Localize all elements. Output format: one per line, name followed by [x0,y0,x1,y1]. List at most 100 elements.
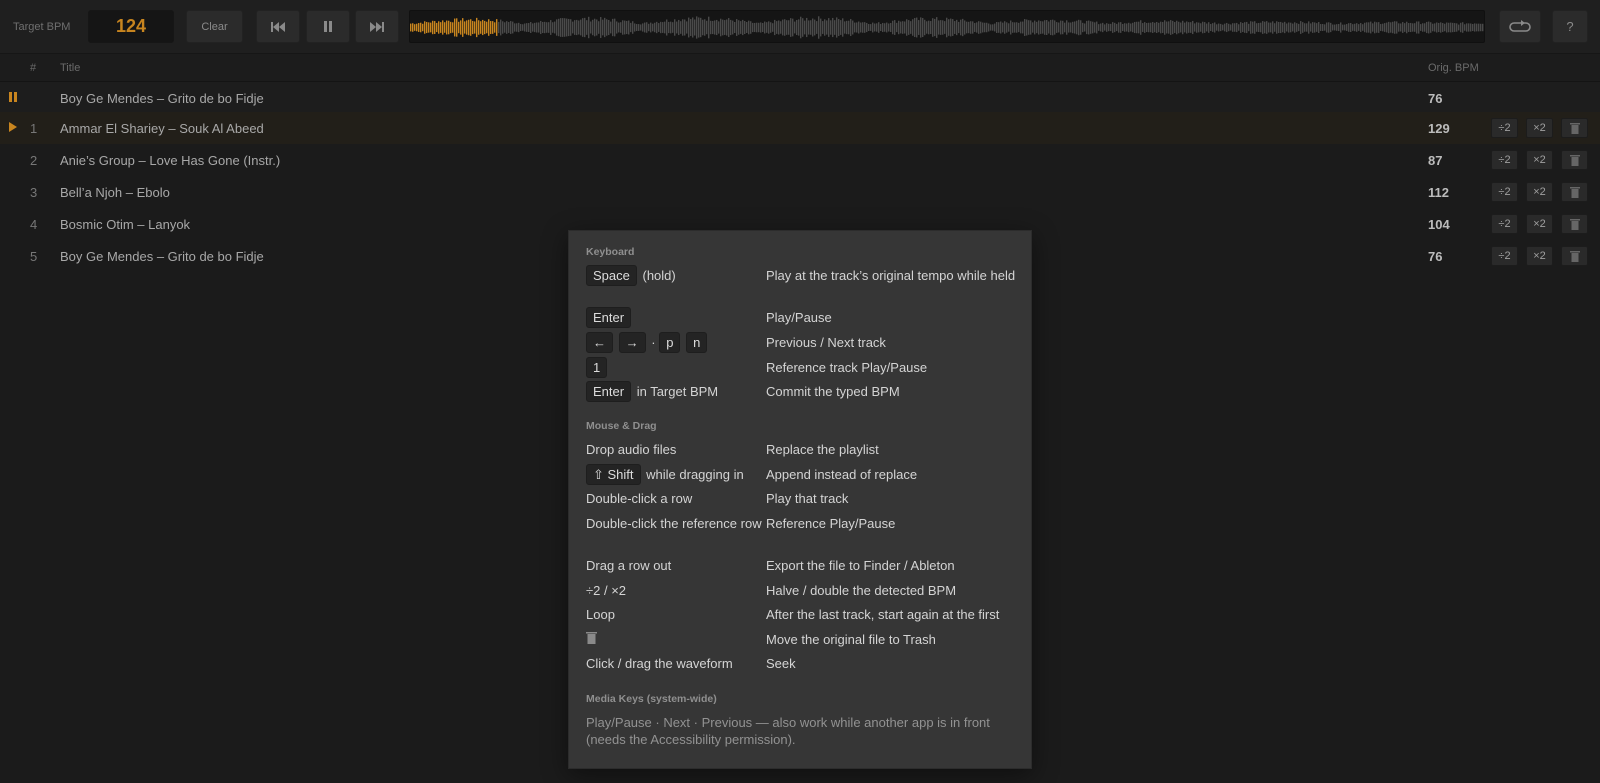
one-key: 1 [586,357,608,378]
waveform-bar [1228,23,1230,32]
waveform-bar [800,16,802,39]
waveform-bar [412,23,414,32]
waveform-seek-bar[interactable] [409,10,1485,43]
waveform-bar [1136,21,1138,34]
pause-icon [324,21,332,32]
waveform-bar [866,22,868,33]
track-row[interactable]: 2 Anie’s Group – Love Has Gone (Instr.) … [0,144,1600,176]
trash-button[interactable] [1561,182,1588,202]
waveform-bar [1412,23,1414,32]
double-bpm-button[interactable]: ×2 [1526,246,1553,266]
double-bpm-button[interactable]: ×2 [1526,214,1553,234]
media-keys-description: Play/Pause · Next · Previous — also work… [586,715,990,747]
waveform-bar [826,20,828,35]
trash-button[interactable] [1561,214,1588,234]
waveform-bar [1128,22,1130,33]
waveform-bar [1174,22,1176,33]
waveform-bar [1054,20,1056,35]
help-button[interactable]: ? [1552,10,1588,43]
trash-button[interactable] [1561,246,1588,266]
waveform-bar [1294,22,1296,33]
track-row[interactable]: 3 Bell’a Njoh – Ebolo 112 ÷2 ×2 [0,176,1600,208]
waveform-bar [444,22,446,33]
waveform-bar [840,20,842,35]
waveform-bar [600,17,602,38]
waveform-bar [700,17,702,38]
waveform-bar [1036,21,1038,34]
previous-track-button[interactable] [256,10,300,43]
trash-button[interactable] [1561,150,1588,170]
halve-bpm-button[interactable]: ÷2 [1491,118,1518,138]
halve-bpm-button[interactable]: ÷2 [1491,150,1518,170]
clear-button[interactable]: Clear [186,10,243,43]
waveform-bar [856,22,858,33]
waveform-bar [1392,21,1394,34]
waveform-bar [652,23,654,32]
halve-bpm-button[interactable]: ÷2 [1491,182,1518,202]
waveform-bar [602,19,604,36]
shortcut-key-enter-bpm: Enter in Target BPM [586,381,764,402]
waveform-bar [868,24,870,31]
double-bpm-button[interactable]: ×2 [1526,118,1553,138]
waveform-bar [1236,22,1238,33]
mouse-key-trash [586,631,764,648]
waveform-bar [1342,24,1344,31]
waveform-bar [494,22,496,33]
waveform-bar [1048,21,1050,34]
waveform-bar [606,19,608,36]
waveform-bar [990,24,992,31]
waveform-bar [1032,22,1034,33]
waveform-bar [710,20,712,35]
waveform-bar [820,18,822,37]
play-pause-button[interactable] [306,10,350,43]
waveform-bar [416,23,418,32]
target-bpm-input[interactable]: 124 [88,10,174,43]
waveform-bar [862,22,864,33]
halve-bpm-button[interactable]: ÷2 [1491,246,1518,266]
help-overlay[interactable]: Keyboard Space (hold) Play at the track’… [568,230,1032,769]
double-bpm-button[interactable]: ×2 [1526,182,1553,202]
waveform-bar [1338,23,1340,32]
track-bpm: 76 [1428,249,1443,264]
waveform-bar [414,24,416,31]
waveform-bar [1060,20,1062,35]
track-row[interactable]: 1 Ammar El Shariey – Souk Al Abeed 129 ÷… [0,112,1600,144]
waveform-bar [1456,23,1458,32]
waveform-bar [948,19,950,36]
waveform-bar [576,19,578,36]
waveform-bar [1290,22,1292,33]
waveform-bar [814,19,816,36]
waveform-bar [1152,22,1154,33]
waveform-bar [842,18,844,37]
waveform-bar [1140,20,1142,35]
waveform-bar [1066,20,1068,35]
waveform-bar [1288,22,1290,33]
next-track-button[interactable] [355,10,399,43]
waveform-bar [1480,23,1482,32]
waveform-bar [1366,22,1368,33]
waveform-bar [708,16,710,39]
column-header-bpm[interactable]: Orig. BPM [1428,62,1479,74]
waveform-bar [432,20,434,35]
reference-row[interactable]: Boy Ge Mendes – Grito de bo Fidje 76 [0,82,1600,114]
toolbar: Target BPM 124 Clear ? [0,0,1600,54]
waveform-bar [672,22,674,33]
waveform-bar [1098,24,1100,31]
double-bpm-button[interactable]: ×2 [1526,150,1553,170]
trash-button[interactable] [1561,118,1588,138]
waveform-bar [744,20,746,35]
waveform-bar [706,20,708,35]
waveform-bar [1138,21,1140,34]
waveform-bar [1390,22,1392,33]
column-header-title[interactable]: Title [60,62,80,74]
waveform-bar [1000,21,1002,34]
waveform-bar [1340,22,1342,33]
waveform-bar [1356,23,1358,32]
waveform-bar [788,20,790,35]
waveform-bar [1114,22,1116,33]
waveform-bar [452,22,454,33]
halve-bpm-button[interactable]: ÷2 [1491,214,1518,234]
loop-toggle-button[interactable] [1499,10,1541,43]
waveform-bar [498,21,500,34]
waveform-bar [1306,23,1308,32]
